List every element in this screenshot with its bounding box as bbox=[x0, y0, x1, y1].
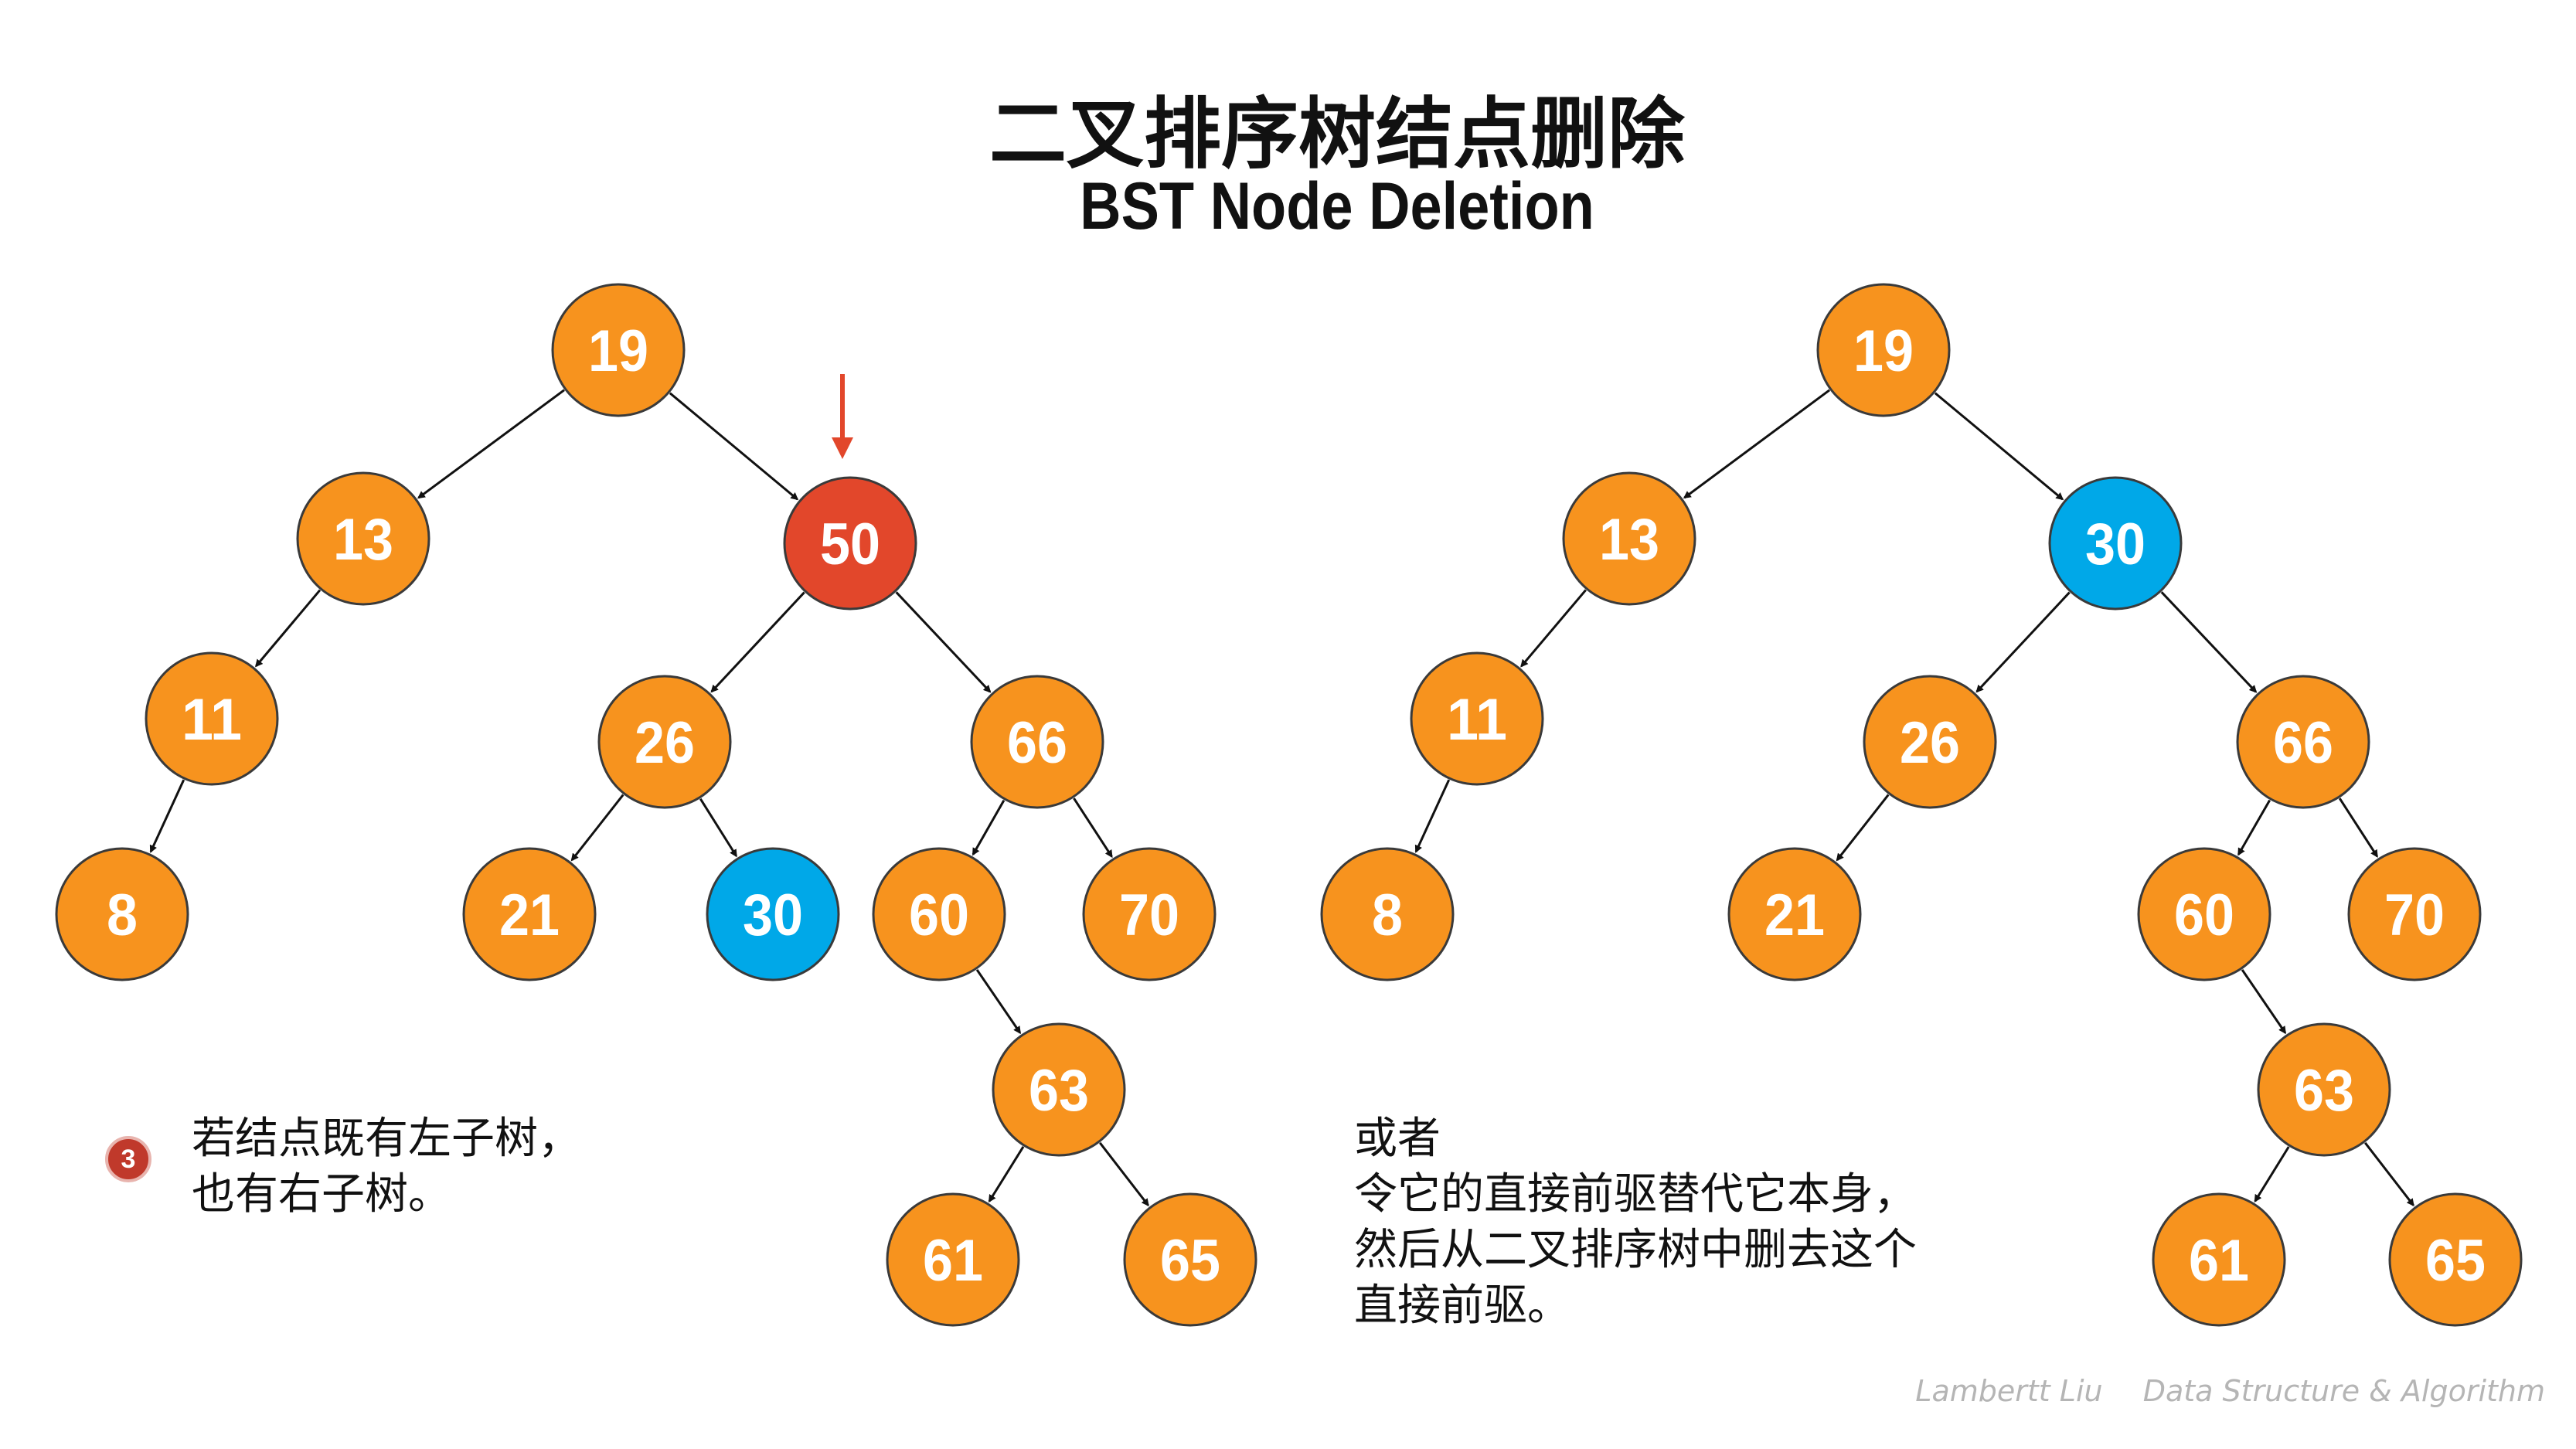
tree-node-after-13: 13 bbox=[1562, 471, 1696, 606]
tree-node-before-8: 8 bbox=[55, 847, 189, 981]
node-key-label: 21 bbox=[1764, 883, 1825, 948]
credit-line: Lambertt Liu Data Structure & Algorithm bbox=[1884, 1374, 2545, 1408]
tree-edge-after-66-60 bbox=[2237, 799, 2271, 856]
tree-node-before-60: 60 bbox=[872, 847, 1006, 981]
tree-node-after-65: 65 bbox=[2388, 1192, 2523, 1327]
tree-edge-before-13-11 bbox=[255, 589, 322, 668]
case-description-line: 也有右子树。 bbox=[192, 1169, 451, 1219]
node-key-label: 19 bbox=[588, 318, 648, 384]
tree-edge-after-66-70 bbox=[2338, 798, 2378, 858]
tree-edge-after-19-30 bbox=[1934, 392, 2064, 501]
tree-node-after-70: 70 bbox=[2347, 847, 2482, 981]
node-key-label: 50 bbox=[820, 512, 880, 577]
alternative-description-line: 直接前驱。 bbox=[1354, 1281, 1570, 1331]
tree-node-after-26: 26 bbox=[1863, 675, 1997, 809]
node-key-label: 30 bbox=[2085, 512, 2146, 577]
alternative-description-line: 或者 bbox=[1354, 1114, 1441, 1164]
node-key-label: 13 bbox=[1599, 507, 1659, 573]
tree-node-after-11: 11 bbox=[1410, 651, 1544, 786]
node-key-label: 66 bbox=[1007, 710, 1067, 776]
node-key-label: 8 bbox=[1372, 883, 1403, 948]
tree-edge-after-26-21 bbox=[1836, 794, 1890, 862]
deletion-arrow-icon bbox=[832, 437, 853, 459]
tree-node-before-13: 13 bbox=[296, 471, 430, 606]
case-description-line: 若结点既有左子树， bbox=[192, 1114, 581, 1164]
tree-node-before-66: 66 bbox=[970, 675, 1104, 809]
tree-edge-after-63-61 bbox=[2254, 1146, 2290, 1202]
node-key-label: 60 bbox=[2174, 883, 2234, 948]
tree-edge-after-63-65 bbox=[2364, 1141, 2414, 1207]
tree-edge-after-19-13 bbox=[1683, 389, 1831, 499]
alternative-description-line: 然后从二叉排序树中删去这个 bbox=[1354, 1225, 1917, 1275]
tree-edge-after-30-26 bbox=[1975, 591, 2071, 693]
bst-diagram: 19 13 50 11 8 26 66 21 30 60 70 63 61 65 19 13 30 11 8 26 66… bbox=[55, 283, 2523, 1327]
node-key-label: 11 bbox=[1447, 687, 1507, 753]
tree-node-before-65: 65 bbox=[1123, 1192, 1257, 1327]
step-number-badge: 3 bbox=[105, 1136, 151, 1182]
tree-edge-before-11-8 bbox=[149, 779, 185, 853]
tree-edge-before-19-13 bbox=[417, 389, 565, 499]
tree-edge-before-63-61 bbox=[988, 1146, 1025, 1203]
deletion-marker-layer bbox=[832, 374, 853, 459]
node-key-label: 21 bbox=[499, 883, 560, 948]
tree-node-after-66: 66 bbox=[2236, 675, 2370, 809]
tree-edge-before-26-30 bbox=[699, 798, 737, 858]
node-key-label: 11 bbox=[182, 687, 242, 753]
tree-node-before-26: 26 bbox=[597, 675, 732, 809]
tree-node-before-63: 63 bbox=[992, 1022, 1126, 1157]
node-key-label: 63 bbox=[2294, 1058, 2354, 1124]
tree-node-after-19: 19 bbox=[1816, 283, 1951, 417]
tree-edge-before-50-26 bbox=[710, 591, 805, 693]
tree-edge-before-26-21 bbox=[570, 794, 624, 862]
credit-course: Data Structure & Algorithm bbox=[2142, 1374, 2545, 1408]
tree-node-after-30: 30 bbox=[2048, 476, 2183, 611]
node-key-label: 65 bbox=[2425, 1228, 2486, 1294]
credit-author: Lambertt Liu bbox=[1915, 1374, 2103, 1408]
tree-node-before-61: 61 bbox=[886, 1192, 1020, 1327]
node-key-label: 26 bbox=[635, 710, 695, 776]
tree-edge-after-60-63 bbox=[2241, 969, 2287, 1035]
node-key-label: 63 bbox=[1029, 1058, 1089, 1124]
tree-node-after-21: 21 bbox=[1727, 847, 1862, 981]
node-key-label: 70 bbox=[1119, 883, 1179, 948]
node-key-label: 30 bbox=[743, 883, 803, 948]
tree-edge-before-19-50 bbox=[669, 392, 799, 501]
tree-edge-after-13-11 bbox=[1520, 589, 1587, 668]
node-key-label: 26 bbox=[1900, 710, 1960, 776]
tree-node-before-70: 70 bbox=[1082, 847, 1217, 981]
tree-node-before-11: 11 bbox=[145, 651, 279, 786]
node-key-label: 66 bbox=[2273, 710, 2333, 776]
node-key-label: 13 bbox=[333, 507, 393, 573]
node-key-label: 65 bbox=[1160, 1228, 1220, 1294]
node-key-label: 19 bbox=[1853, 318, 1914, 384]
tree-edge-before-50-66 bbox=[895, 591, 992, 693]
tree-edge-before-66-70 bbox=[1073, 798, 1113, 859]
tree-node-before-30: 30 bbox=[706, 847, 840, 981]
node-key-label: 70 bbox=[2384, 883, 2445, 948]
tree-node-after-61: 61 bbox=[2152, 1192, 2286, 1327]
tree-edge-before-60-63 bbox=[975, 969, 1022, 1035]
tree-node-after-60: 60 bbox=[2137, 847, 2271, 981]
tree-edge-after-30-66 bbox=[2160, 591, 2258, 693]
tree-edge-after-11-8 bbox=[1414, 779, 1451, 853]
case-description: 若结点既有左子树， 也有右子树。 bbox=[192, 1111, 581, 1223]
node-key-label: 61 bbox=[2189, 1228, 2249, 1294]
tree-edge-before-63-65 bbox=[1099, 1141, 1149, 1207]
node-key-label: 60 bbox=[909, 883, 969, 948]
tree-node-before-19: 19 bbox=[551, 283, 686, 417]
tree-node-after-8: 8 bbox=[1320, 847, 1455, 981]
tree-edge-before-66-60 bbox=[972, 799, 1006, 856]
alternative-description: 或者 令它的直接前驱替代它本身， 然后从二叉排序树中删去这个 直接前驱。 bbox=[1354, 1111, 1917, 1334]
tree-node-before-50: 50 bbox=[783, 476, 917, 611]
alternative-description-line: 令它的直接前驱替代它本身， bbox=[1354, 1169, 1917, 1219]
tree-node-before-21: 21 bbox=[462, 847, 597, 981]
node-key-label: 61 bbox=[923, 1228, 983, 1294]
tree-node-after-63: 63 bbox=[2257, 1022, 2391, 1157]
node-key-label: 8 bbox=[107, 883, 138, 948]
